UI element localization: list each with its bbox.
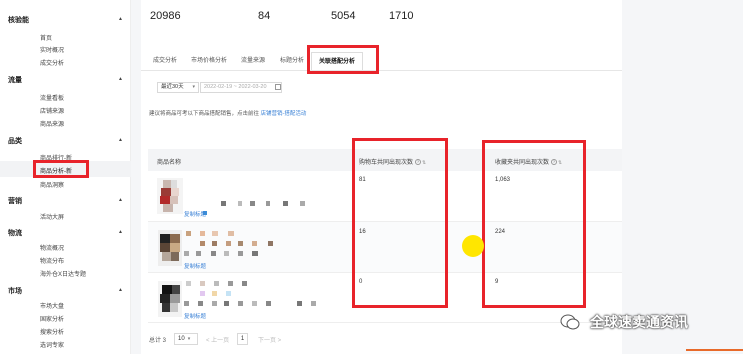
stat-value: 84	[258, 10, 271, 22]
sidebar-item-keyword-expert[interactable]: 选词专家	[40, 340, 64, 349]
product-thumbnail[interactable]	[157, 178, 183, 214]
sidebar-group-market[interactable]: 市场	[8, 286, 22, 296]
tab-market-price[interactable]: 市场价格分析	[186, 52, 232, 70]
calendar-icon[interactable]	[275, 84, 281, 90]
cursor-highlight	[462, 235, 484, 257]
decorative-line	[686, 349, 743, 351]
page-size-select[interactable]: 10 ▾	[174, 333, 198, 345]
watermark-text: 全球速卖通资讯	[590, 314, 688, 330]
tab-deal-analysis[interactable]: 成交分析	[145, 52, 185, 70]
sidebar-group-marketing[interactable]: 营销	[8, 196, 22, 206]
period-select[interactable]: 最近30天 ▾	[157, 82, 199, 93]
sidebar-group-logistics[interactable]: 物流	[8, 228, 22, 238]
highlight-box-cart-column	[352, 138, 448, 308]
tab-traffic-source[interactable]: 流量来源	[233, 52, 273, 70]
stat-value: 1710	[389, 10, 414, 22]
tip-link[interactable]: 店铺营销-搭配活动	[261, 111, 307, 117]
page-number-button[interactable]: 1	[237, 333, 248, 345]
highlight-box-fav-column	[482, 140, 586, 308]
sidebar-item-logistics-overview[interactable]: 物流概况	[40, 243, 64, 252]
sidebar-item-product-source[interactable]: 商品来源	[40, 119, 64, 128]
copy-title-link[interactable]: 复制标题	[184, 312, 206, 320]
highlight-box-sidebar	[33, 160, 89, 178]
wechat-icon	[560, 314, 580, 330]
sidebar-item-deal-analysis[interactable]: 成交分析	[40, 58, 64, 67]
sidebar-item-market-overview[interactable]: 市场大盘	[40, 301, 64, 310]
next-page-button[interactable]: 下一页 >	[258, 335, 281, 344]
suggestion-tip: 建议将商品可考以下商品搭配销售，点击前往 店铺营销-搭配活动	[149, 109, 306, 117]
collapse-icon[interactable]: ▲	[118, 137, 123, 143]
sidebar-item-logistics-distribution[interactable]: 物流分布	[40, 256, 64, 265]
date-range-input[interactable]: 2022-02-19 ~ 2022-03-20	[200, 82, 282, 93]
sidebar-item-realtime[interactable]: 实时概况	[40, 45, 64, 54]
tabs-divider	[141, 70, 622, 71]
collapse-icon[interactable]: ▲	[118, 16, 123, 22]
sidebar-item-search-analysis[interactable]: 搜索分析	[40, 327, 64, 336]
prev-page-button[interactable]: < 上一页	[206, 335, 229, 344]
collapse-icon[interactable]: ▲	[118, 197, 123, 203]
tip-text: 建议将商品可考以下商品搭配销售，点击前往	[149, 111, 260, 117]
sidebar-group-category[interactable]: 品类	[8, 136, 22, 146]
tab-title-analysis[interactable]: 标题分析	[274, 52, 310, 70]
sidebar-item-country-analysis[interactable]: 国家分析	[40, 314, 64, 323]
sidebar-item-campaign-screen[interactable]: 活动大屏	[40, 212, 64, 221]
sidebar-group-traffic[interactable]: 流量	[8, 75, 22, 85]
sidebar-item-overseas-warehouse[interactable]: 海外仓X日达专题	[40, 269, 86, 278]
sidebar-item-store-source[interactable]: 店铺来源	[40, 106, 64, 115]
pager-total: 总计 3	[149, 338, 167, 344]
sidebar-group-core[interactable]: 核验能	[8, 15, 29, 25]
sidebar-item-product-insight[interactable]: 商品洞察	[40, 180, 64, 189]
row-divider	[148, 322, 622, 323]
page-size-value: 10	[178, 336, 185, 342]
sidebar-item-home[interactable]: 首页	[40, 33, 52, 42]
collapse-icon[interactable]: ▲	[118, 287, 123, 293]
highlight-box-tab	[307, 45, 379, 74]
stat-value: 5054	[331, 10, 356, 22]
column-header-product: 商品名称	[157, 160, 182, 166]
collapse-icon[interactable]: ▲	[118, 229, 123, 235]
product-thumbnail[interactable]	[158, 230, 182, 266]
chevron-down-icon: ▾	[192, 84, 195, 90]
period-select-value: 最近30天	[161, 84, 184, 90]
copy-title-link[interactable]: 复制标题	[184, 210, 206, 218]
product-thumbnail[interactable]	[158, 281, 182, 317]
sidebar-item-traffic-board[interactable]: 流量看板	[40, 93, 64, 102]
stat-value: 20986	[150, 10, 181, 22]
chevron-down-icon: ▾	[187, 336, 191, 342]
copy-title-link[interactable]: 复制标题	[184, 262, 206, 270]
collapse-icon[interactable]: ▲	[118, 76, 123, 82]
